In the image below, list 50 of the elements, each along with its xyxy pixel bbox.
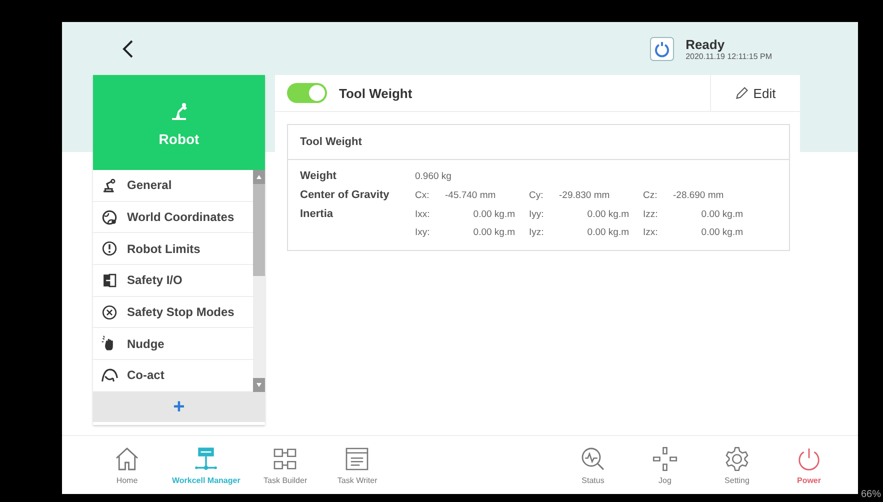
nav-button[interactable]: Status — [560, 436, 626, 494]
value-key: Cz: — [643, 190, 673, 200]
value-key: Iyz: — [529, 227, 559, 238]
globe-icon — [101, 208, 118, 226]
nav-button[interactable]: Setting — [704, 436, 770, 494]
scrollbar[interactable] — [253, 170, 265, 392]
row-label: Weight — [300, 170, 338, 182]
nav-button[interactable]: Task Builder — [252, 436, 318, 494]
sidebar-title: Robot — [158, 130, 200, 146]
nav-button[interactable]: Workcell Manager — [166, 436, 246, 494]
zoom-indicator: 66% — [860, 489, 881, 500]
value-key: Iyy: — [529, 208, 559, 220]
value-text: 0.00 kg.m — [700, 227, 744, 238]
value-text: 0.00 kg.m — [472, 208, 516, 220]
robot-arm-icon — [101, 176, 118, 194]
x-circle-icon — [101, 304, 118, 321]
value-key: Cy: — [529, 190, 559, 200]
row-label: Center of Gravity — [300, 189, 390, 201]
nav-button[interactable]: Power — [776, 436, 842, 494]
dpad-icon — [651, 445, 679, 473]
back-icon[interactable] — [122, 38, 134, 58]
row-label: Inertia — [300, 208, 334, 220]
settings-icon — [723, 445, 751, 473]
nav-button[interactable]: Home — [94, 436, 160, 494]
magnifier-pulse-icon — [579, 445, 607, 473]
value-key: Ixx: — [415, 208, 445, 220]
house-icon — [113, 445, 141, 473]
nav-button[interactable]: Task Writer — [324, 436, 390, 494]
door-icon — [101, 272, 118, 289]
value-key: Izx: — [643, 227, 673, 238]
card-title: Tool Weight — [300, 136, 362, 148]
value-text: 0.00 kg.m — [700, 208, 744, 220]
value-text: 0.00 kg.m — [472, 227, 516, 238]
value-text: 0.960 kg — [415, 170, 452, 182]
value-text: 0.00 kg.m — [586, 208, 630, 220]
panel-title: Tool Weight — [339, 86, 414, 100]
value-text: -45.740 mm — [445, 190, 497, 200]
alert-icon — [101, 240, 118, 258]
toggle-switch[interactable] — [287, 83, 327, 103]
nav-button[interactable]: Jog — [632, 436, 698, 494]
value-key: Cx: — [415, 190, 445, 200]
value-key: Izz: — [643, 208, 673, 220]
status-timestamp: 2020.11.19 12:11:15 PM — [686, 52, 772, 60]
value-key: Ixy: — [415, 227, 445, 238]
status-title: Ready — [686, 36, 726, 52]
pencil-icon — [735, 86, 750, 100]
value-text: -29.830 mm — [559, 190, 611, 200]
value-text: -28.690 mm — [673, 190, 725, 200]
add-button[interactable]: + — [93, 392, 265, 422]
value-text: 0.00 kg.m — [586, 227, 630, 238]
